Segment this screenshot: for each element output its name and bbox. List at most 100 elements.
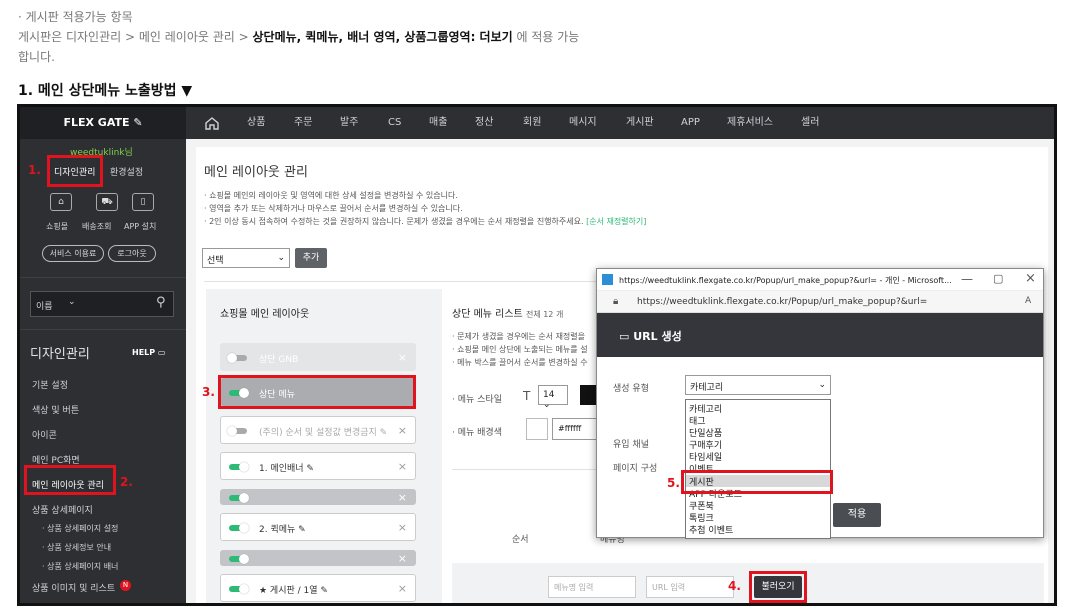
toggle xyxy=(229,584,249,594)
phone-icon[interactable]: ▯ xyxy=(132,193,154,211)
nav-item[interactable]: CS xyxy=(388,107,401,139)
toggle xyxy=(229,554,249,564)
toggle xyxy=(229,493,249,503)
logo: FLEX GATE ✎ xyxy=(20,107,186,139)
chevron-down-icon: ⌄ xyxy=(818,380,826,390)
layout-row[interactable]: × xyxy=(220,550,416,566)
sidebar-subitem[interactable]: · 상품 상세정보 안내 xyxy=(42,542,111,553)
divider xyxy=(20,277,186,278)
sidebar-subitem[interactable]: · 상품 상세페이지 설정 xyxy=(42,523,118,534)
note: · 쇼핑몰 메인의 레이아웃 및 영역에 대한 상세 설정을 변경하실 수 있습… xyxy=(204,191,458,200)
inflow-label: 유입 채널 xyxy=(613,440,649,450)
layout-row-board[interactable]: ★ 게시판 / 1열 ✎ × xyxy=(220,574,416,602)
nav-item[interactable]: 게시판 xyxy=(626,107,654,139)
font-size-select[interactable]: 14 ⌄ xyxy=(538,385,568,410)
nav-item[interactable]: 제휴서비스 xyxy=(727,107,773,139)
app-install-label: APP 설치 xyxy=(124,222,157,231)
nav-item[interactable]: 주문 xyxy=(294,107,312,139)
highlight-2 xyxy=(24,465,116,495)
nav-item[interactable]: 메시지 xyxy=(569,107,597,139)
option[interactable]: 추첨 이벤트 xyxy=(689,523,733,536)
close-icon: × xyxy=(397,552,407,565)
sidebar-section-title: 디자인관리 xyxy=(30,347,90,362)
note: · 영역을 추가 또는 삭제하거나 마우스로 끌어서 순서를 변경하실 수 있습… xyxy=(204,204,463,213)
intro-line-2: 게시판은 디자인관리 > 메인 레이아웃 관리 > 상단메뉴, 퀵메뉴, 배너 … xyxy=(18,30,580,44)
shop-icon[interactable]: ⌂ xyxy=(50,193,72,211)
divider xyxy=(20,329,186,330)
shop-label: 쇼핑몰 xyxy=(46,222,69,231)
sidebar-item[interactable]: 아이콘 xyxy=(32,428,57,441)
popup-url[interactable]: https://weedtuklink.flexgate.co.kr/Popup… xyxy=(637,297,927,307)
popup-header-title: ▭ URL 생성 xyxy=(619,330,682,343)
read-aloud-icon[interactable]: A xyxy=(1025,296,1031,306)
layout-title: 쇼핑몰 메인 레이아웃 xyxy=(220,309,310,320)
nav-item[interactable]: APP xyxy=(681,107,700,139)
sidebar-item[interactable]: 상품 이미지 및 리스트 xyxy=(32,581,115,594)
nav-item[interactable]: 회원 xyxy=(523,107,541,139)
note: · 2인 이상 동시 접속하여 수정하는 것을 권장하지 않습니다. 문제가 생… xyxy=(204,217,647,226)
list-note: · 문제가 생겼을 경우에는 순서 재정렬을 xyxy=(452,332,586,341)
sidebar-item[interactable]: 상품 상세페이지 xyxy=(32,503,93,516)
highlight-5 xyxy=(681,470,833,494)
sidebar-subitem[interactable]: · 상품 상세페이지 배너 xyxy=(42,561,118,572)
close-icon: × xyxy=(397,351,407,364)
layout-row[interactable]: 2. 퀵메뉴 ✎ × xyxy=(220,513,416,541)
service-fee-button[interactable]: 서비스 이용료 xyxy=(42,245,104,262)
help-link[interactable]: HELP ▭ xyxy=(132,348,165,357)
site-icon xyxy=(602,274,613,285)
layout-row[interactable]: × xyxy=(220,489,416,505)
toggle xyxy=(229,462,249,472)
close-icon[interactable]: × xyxy=(1025,271,1036,286)
section-heading: 1. 메인 상단메뉴 노출방법 ▼ xyxy=(18,83,193,99)
gen-type-dropdown: 카테고리 태그 단일상품 구매후기 타임세일 이벤트 게시판 APP 다운로드 … xyxy=(685,399,831,539)
chevron-down-icon: ⌄ xyxy=(543,400,551,410)
maximize-icon[interactable]: ▢ xyxy=(993,272,1003,285)
step-label: 4. xyxy=(728,579,741,593)
step-label: 3. xyxy=(202,385,215,399)
env-settings-button[interactable]: 환경설정 xyxy=(110,165,143,178)
step-label: 1. xyxy=(28,163,41,177)
highlight-3 xyxy=(218,375,416,409)
step-label: 2. xyxy=(120,475,133,489)
nav-item[interactable]: 셀러 xyxy=(801,107,819,139)
highlight-4 xyxy=(749,571,807,603)
popup-title: https://weedtuklink.flexgate.co.kr/Popup… xyxy=(619,276,952,285)
intro-line-3: 합니다. xyxy=(18,50,55,64)
sidebar-item[interactable]: 색상 및 버튼 xyxy=(32,403,79,416)
url-input[interactable]: URL 입력 xyxy=(646,576,734,598)
highlight-1 xyxy=(47,155,103,187)
list-note: · 쇼핑몰 메인 상단에 노출되는 메뉴를 설 xyxy=(452,345,588,354)
sidebar-item[interactable]: 기본 설정 xyxy=(32,378,68,391)
text-icon: T xyxy=(523,389,531,403)
layout-row[interactable]: 상단 GNB × xyxy=(220,343,416,371)
nav-item[interactable]: 정산 xyxy=(475,107,493,139)
nav-item[interactable]: 상품 xyxy=(247,107,265,139)
new-badge: N xyxy=(120,580,131,591)
reorder-link[interactable]: [순서 재정렬하기] xyxy=(586,217,646,226)
search-icon[interactable]: ⚲ xyxy=(156,295,166,310)
layout-row[interactable]: 1. 메인배너 ✎ × xyxy=(220,452,416,480)
menu-name-input[interactable]: 메뉴명 입력 xyxy=(548,576,636,598)
list-title: 상단 메뉴 리스트 전체 12 개 xyxy=(452,309,564,320)
area-select[interactable]: 선택 ⌄ xyxy=(202,248,290,268)
gen-type-select[interactable]: 카테고리 ⌄ xyxy=(685,375,831,395)
search-select[interactable]: 이름 xyxy=(36,299,53,312)
logout-button[interactable]: 로그아웃 xyxy=(108,245,156,262)
gen-type-label: 생성 유형 xyxy=(613,384,649,394)
layout-row[interactable]: (주의) 순서 및 설정값 변경금지 ✎ × xyxy=(220,416,416,444)
menu-style-label: · 메뉴 스타일 xyxy=(452,395,502,405)
apply-button[interactable]: 적용 xyxy=(833,503,881,527)
add-button[interactable]: 추가 xyxy=(295,248,327,268)
close-icon: × xyxy=(397,424,407,437)
toggle xyxy=(227,426,247,436)
chevron-down-icon: ⌄ xyxy=(68,297,76,307)
minimize-icon[interactable]: — xyxy=(961,272,973,286)
close-icon: × xyxy=(397,582,407,595)
close-icon: × xyxy=(397,460,407,473)
book-icon: ▭ xyxy=(157,348,166,357)
bg-color-swatch[interactable] xyxy=(526,418,548,440)
nav-item[interactable]: 발주 xyxy=(340,107,358,139)
home-icon[interactable] xyxy=(204,115,220,131)
nav-item[interactable]: 매출 xyxy=(429,107,447,139)
truck-icon[interactable]: ⛟ xyxy=(96,193,118,211)
